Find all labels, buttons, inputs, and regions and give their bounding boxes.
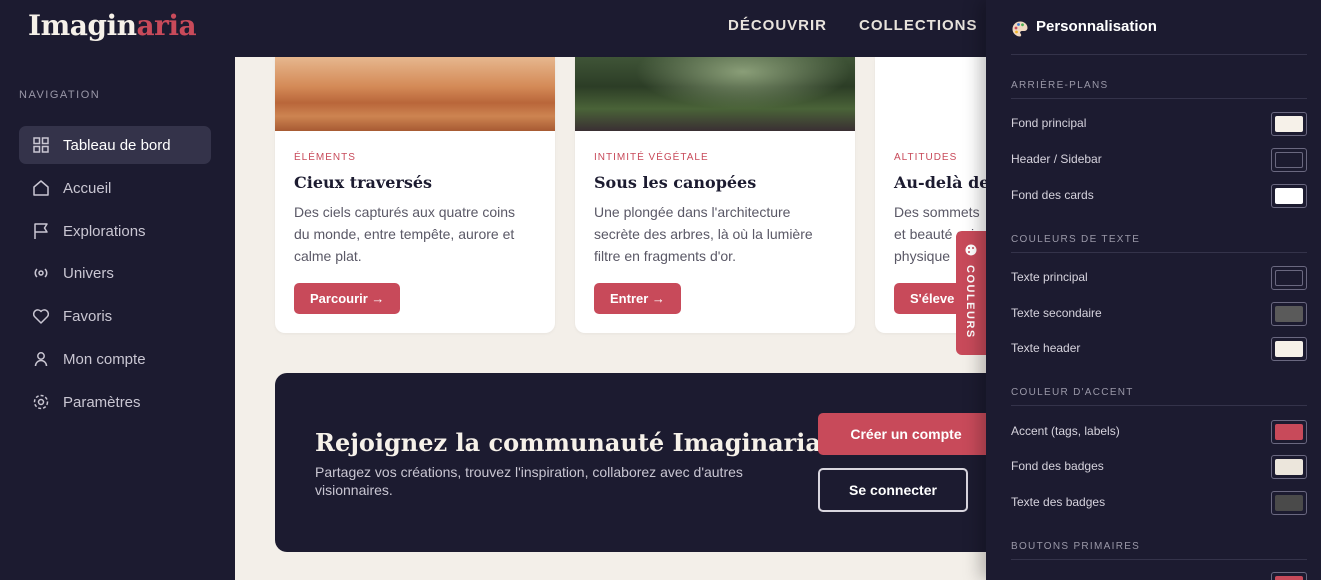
section-heading-couleur-accent: COULEUR D'ACCENT [1011,387,1307,406]
color-row-label: Texte header [1011,341,1081,355]
color-swatch[interactable] [1271,455,1307,479]
color-row-texte-des-badges: Texte des badges [1011,491,1307,515]
card-title: Au-delà des [894,173,986,192]
sidebar-item-label: Mon compte [63,350,146,368]
card-title: Sous les canopées [594,173,757,192]
heart-icon [32,309,50,324]
color-swatch[interactable] [1271,337,1307,361]
color-row-texte-secondaire: Texte secondaire [1011,302,1307,326]
panel-header: Personnalisation [1011,18,1307,55]
panel-title: Personnalisation [1036,18,1157,35]
sidebar-item-explorations[interactable]: Explorations [19,212,211,250]
colors-tab[interactable]: COULEURS [956,231,986,355]
gear-icon [33,394,49,410]
color-row-header-sidebar: Header / Sidebar [1011,148,1307,172]
logo-main: Imagin [28,9,137,42]
flag-icon [34,223,48,239]
color-row-label: Fond principal [1011,116,1087,130]
nav-link-decouvrir[interactable]: DÉCOUVRIR [728,17,827,34]
card-image [875,57,986,131]
sidebar-item-tableau-de-bord[interactable]: Tableau de bord [19,126,211,164]
palette-icon [1012,21,1028,37]
grid-icon [33,137,49,153]
sidebar-item-label: Univers [63,264,114,282]
color-swatch[interactable] [1271,266,1307,290]
nav-link-collections[interactable]: COLLECTIONS [859,17,978,34]
color-swatch[interactable] [1271,112,1307,136]
forest-image [575,57,855,131]
sidebar-item-favoris[interactable]: Favoris [19,297,211,335]
color-swatch[interactable] [1271,148,1307,172]
entrer-button[interactable]: Entrer → [594,283,681,314]
sidebar: NAVIGATION Tableau de bord Accueil Explo… [0,57,235,580]
sidebar-item-label: Explorations [63,222,146,240]
color-row-fond-des-badges: Fond des badges [1011,455,1307,479]
sidebar-item-label: Accueil [63,179,112,197]
banner-subtitle: Partagez vos créations, trouvez l'inspir… [315,464,743,498]
color-swatch[interactable] [1271,420,1307,444]
color-row-texte-principal: Texte principal [1011,266,1307,290]
collection-card: ÉLÉMENTS Cieux traversés Des ciels captu… [275,57,555,333]
color-row-texte-header: Texte header [1011,337,1307,361]
color-row-label: Texte principal [1011,270,1088,284]
color-swatch[interactable] [1271,572,1307,580]
sidebar-item-label: Paramètres [63,393,141,411]
color-row-label: Fond des cards [1011,188,1094,202]
parcourir-button[interactable]: Parcourir → [294,283,401,314]
card-description: Une plongée dans l'architecture secrète … [594,204,813,264]
sidebar-item-label: Tableau de bord [63,136,171,154]
sidebar-item-parametres[interactable]: Paramètres [19,383,211,421]
sidebar-item-univers[interactable]: Univers [19,254,211,292]
color-row-label: Header / Sidebar [1011,152,1102,166]
sidebar-item-mon-compte[interactable]: Mon compte [19,340,211,378]
color-swatch[interactable] [1271,184,1307,208]
radio-icon [34,268,48,278]
sidebar-item-label: Favoris [63,307,113,325]
card-tag: ÉLÉMENTS [294,152,356,163]
color-row-label: Texte des badges [1011,495,1106,509]
section-heading-couleurs-de-texte: COULEURS DE TEXTE [1011,234,1307,253]
collection-card: INTIMITÉ VÉGÉTALE Sous les canopées Une … [575,57,855,333]
section-heading-boutons-primaires: BOUTONS PRIMAIRES [1011,541,1307,560]
logo[interactable]: Imaginaria [28,9,197,42]
color-row-label: Texte secondaire [1011,306,1102,320]
color-swatch[interactable] [1271,302,1307,326]
color-row-label: Accent (tags, labels) [1011,424,1120,438]
palette-icon [965,244,977,256]
card-tag: INTIMITÉ VÉGÉTALE [594,152,709,163]
colors-tab-label: COULEURS [964,265,976,339]
color-row-fond-principal: Fond principal [1011,112,1307,136]
color-row-fond-des-cards: Fond des cards [1011,184,1307,208]
logo-accent: aria [136,9,197,42]
desert-image [275,57,555,131]
card-tag: ALTITUDES [894,152,958,163]
login-button[interactable]: Se connecter [818,468,968,512]
user-icon [34,352,48,367]
banner-title: Rejoignez la communauté Imaginaria [315,428,821,457]
create-account-button[interactable]: Créer un compte [818,413,994,455]
color-swatch[interactable] [1271,491,1307,515]
home-icon [33,180,49,196]
sidebar-heading: NAVIGATION [19,89,101,101]
join-banner: Rejoignez la communauté Imaginaria Parta… [275,373,1035,552]
color-row-label: Fond des badges [1011,459,1104,473]
section-heading-arriere-plans: ARRIÈRE-PLANS [1011,80,1307,99]
color-row-accent: Accent (tags, labels) [1011,420,1307,444]
card-title: Cieux traversés [294,173,433,192]
card-description: Des ciels capturés aux quatre coins du m… [294,204,515,264]
customization-panel: Personnalisation ARRIÈRE-PLANS Fond prin… [986,0,1321,580]
sidebar-item-accueil[interactable]: Accueil [19,169,211,207]
